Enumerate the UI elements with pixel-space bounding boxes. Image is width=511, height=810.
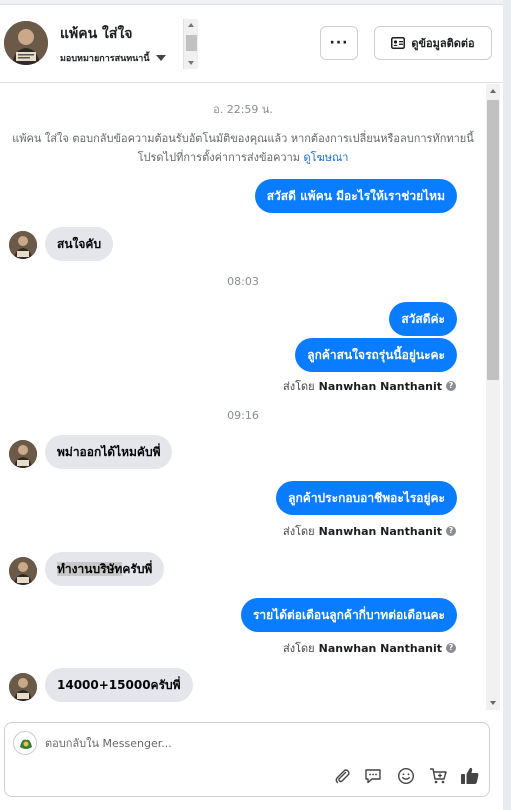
scroll-thumb[interactable]	[186, 35, 197, 51]
view-contact-info-label: ดูข้อมูลติดต่อ	[411, 37, 475, 50]
message-thread[interactable]: อ. 22:59 น. แพ้คน ใส่ใจ ตอบกลับข้อความต้…	[0, 84, 486, 710]
incoming-message[interactable]: สนใจคับ	[45, 227, 114, 261]
system-notice-text: แพ้คน ใส่ใจ ตอบกลับข้อความต้อนรับอัตโนมั…	[12, 132, 474, 164]
assign-label: มอบหมายการสนทนานี้	[60, 54, 150, 64]
contact-avatar-small	[9, 673, 37, 701]
sent-by-label: ส่งโดย Nanwhan Nanthanit ?	[283, 522, 456, 540]
emoji-icon[interactable]	[395, 765, 417, 787]
sent-by-prefix: ส่งโดย	[283, 380, 315, 393]
question-mark-icon[interactable]: ?	[446, 526, 456, 536]
incoming-message-text: ครับพี่	[122, 562, 153, 576]
outgoing-message[interactable]: รายได้ต่อเดือนลูกค้ากี่บาทต่อเดือนคะ	[240, 598, 457, 632]
chevron-down-icon	[155, 55, 166, 61]
question-mark-icon[interactable]: ?	[446, 381, 456, 391]
header-scrollbar[interactable]	[183, 19, 198, 69]
incoming-message[interactable]: 14000+15000ครับพี่	[45, 668, 193, 702]
sent-by-label: ส่งโดย Nanwhan Nanthanit ?	[283, 377, 456, 395]
view-ad-link[interactable]: ดูโฆษณา	[304, 151, 349, 164]
conversation-header: แพ้คน ใส่ใจ มอบหมายการสนทนานี้ ··· ดูข้อ…	[0, 5, 503, 83]
sent-by-prefix: ส่งโดย	[283, 642, 315, 655]
attach-icon[interactable]	[331, 765, 353, 787]
sender-name: Nanwhan Nanthanit	[318, 641, 442, 655]
more-options-button[interactable]: ···	[320, 26, 358, 60]
contact-avatar[interactable]	[4, 21, 48, 65]
chat-icon[interactable]	[362, 765, 384, 787]
timestamp: 08:03	[227, 275, 259, 288]
message-composer	[4, 722, 490, 797]
outgoing-message[interactable]: ลูกค้าสนใจรถรุ่นนี้อยู่นะคะ	[295, 338, 457, 372]
contact-avatar-small	[9, 440, 37, 468]
timestamp: อ. 22:59 น.	[213, 103, 273, 116]
view-contact-info-button[interactable]: ดูข้อมูลติดต่อ	[374, 26, 492, 60]
scroll-up-arrow-icon[interactable]	[188, 23, 194, 27]
scroll-down-arrow-icon[interactable]	[490, 701, 496, 705]
sent-by-prefix: ส่งโดย	[283, 525, 315, 538]
scroll-up-arrow-icon[interactable]	[490, 89, 496, 93]
incoming-message[interactable]: ทำงานบริษัทครับพี่	[45, 552, 165, 586]
outgoing-message[interactable]: สวัสดีค่ะ	[389, 302, 457, 336]
outgoing-message[interactable]: ลูกค้าประกอบอาชีพอะไรอยู่คะ	[276, 481, 457, 515]
sender-name: Nanwhan Nanthanit	[318, 524, 442, 538]
sent-by-label: ส่งโดย Nanwhan Nanthanit ?	[283, 639, 456, 657]
reply-input[interactable]	[45, 733, 445, 753]
page-logo	[13, 731, 37, 755]
contact-name[interactable]: แพ้คน ใส่ใจ	[60, 23, 132, 45]
contact-avatar-small	[9, 557, 37, 585]
selected-text-highlight[interactable]: ทำงานบริษัท	[57, 562, 123, 576]
scroll-down-arrow-icon[interactable]	[188, 61, 194, 65]
incoming-message[interactable]: พม่าออกได้ไหมคับพี่	[45, 435, 173, 469]
timestamp: 09:16	[227, 409, 259, 422]
thumbs-up-icon[interactable]	[459, 765, 481, 787]
outgoing-message[interactable]: สวัสดี แพ้คน มีอะไรให้เราช่วยไหม	[254, 179, 457, 213]
cart-icon[interactable]	[427, 765, 449, 787]
question-mark-icon[interactable]: ?	[446, 643, 456, 653]
thread-scrollbar[interactable]	[486, 84, 500, 710]
conversation-panel: แพ้คน ใส่ใจ มอบหมายการสนทนานี้ ··· ดูข้อ…	[0, 0, 503, 810]
system-notice: แพ้คน ใส่ใจ ตอบกลับข้อความต้อนรับอัตโนมั…	[8, 129, 478, 167]
contact-avatar-small	[9, 231, 37, 259]
scroll-thumb[interactable]	[487, 100, 499, 380]
contact-card-icon	[391, 37, 406, 49]
sender-name: Nanwhan Nanthanit	[318, 379, 442, 393]
assign-conversation-dropdown[interactable]: มอบหมายการสนทนานี้	[60, 51, 166, 65]
